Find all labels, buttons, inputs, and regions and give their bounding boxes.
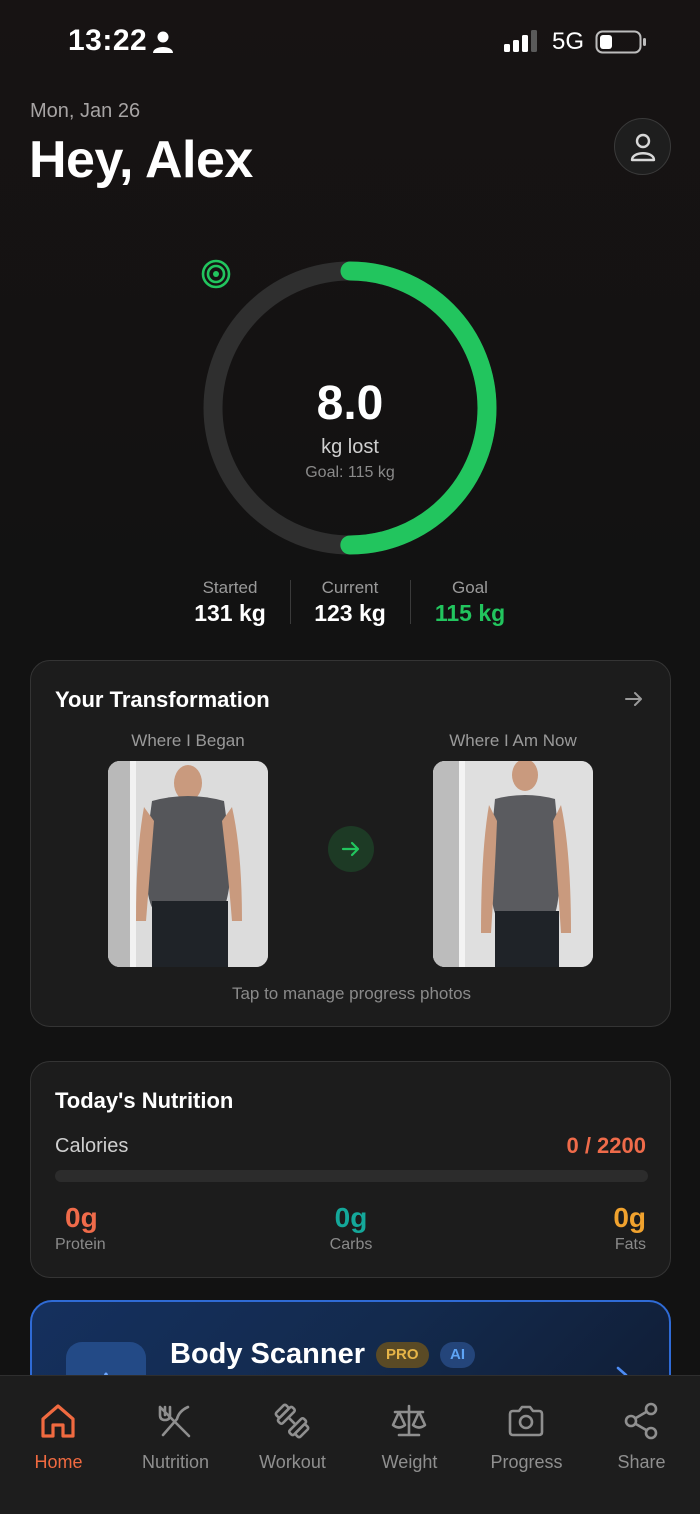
tab-progress[interactable]: Progress xyxy=(468,1376,585,1486)
tab-label: Progress xyxy=(490,1452,563,1472)
dumbbell-icon xyxy=(274,1403,310,1439)
tab-home[interactable]: Home xyxy=(0,1376,117,1486)
before-label: Where I Began xyxy=(131,731,245,750)
macro-label: Fats xyxy=(614,1236,646,1253)
before-photo[interactable] xyxy=(108,761,268,967)
macro-value: 0g xyxy=(613,1202,646,1233)
bottom-tab-bar: Home Nutrition Workout Weight Progress S… xyxy=(0,1375,700,1514)
weight-lost-value: 8.0 xyxy=(316,377,384,430)
transition-arrow xyxy=(328,826,374,872)
person-outline-icon xyxy=(630,133,655,161)
manage-photos-hint[interactable]: Tap to manage progress photos xyxy=(31,984,672,1004)
stat-started: Started 131 kg xyxy=(170,578,290,627)
share-icon xyxy=(624,1402,658,1440)
tab-label: Nutrition xyxy=(141,1452,210,1472)
battery-icon xyxy=(595,30,646,54)
status-bar: 13:22 5G xyxy=(0,0,700,86)
transformation-card[interactable]: Your Transformation Where I Began Where … xyxy=(30,660,671,1027)
macro-value: 0g xyxy=(65,1202,98,1233)
macro-value: 0g xyxy=(334,1202,368,1233)
utensils-icon xyxy=(158,1405,191,1438)
macro-carbs: 0g Carbs xyxy=(301,1202,401,1254)
profile-button[interactable] xyxy=(614,118,671,175)
card-title: Your Transformation xyxy=(55,687,270,712)
after-photo[interactable] xyxy=(433,761,593,967)
macro-protein: 0g Protein xyxy=(55,1202,106,1254)
weight-lost-unit: kg lost xyxy=(321,436,379,458)
stat-current: Current 123 kg xyxy=(290,578,410,627)
stat-value: 115 kg xyxy=(434,600,506,626)
nutrition-card[interactable]: Today's Nutrition Calories 0 / 2200 0g P… xyxy=(30,1061,671,1278)
calories-progress-bar xyxy=(55,1170,648,1182)
tab-label: Share xyxy=(617,1452,666,1472)
tab-weight[interactable]: Weight xyxy=(351,1376,468,1486)
tab-nutrition[interactable]: Nutrition xyxy=(117,1376,234,1486)
calories-label: Calories xyxy=(55,1135,129,1157)
macro-label: Protein xyxy=(55,1236,106,1253)
stat-label: Current xyxy=(321,578,379,597)
stat-value: 131 kg xyxy=(194,600,266,626)
ai-badge: AI xyxy=(440,1342,475,1368)
target-icon xyxy=(201,259,231,289)
pro-badge: PRO xyxy=(376,1342,429,1368)
macro-fats: 0g Fats xyxy=(613,1202,646,1254)
card-title: Today's Nutrition xyxy=(55,1088,234,1113)
arrow-right-icon xyxy=(341,841,360,857)
tab-label: Workout xyxy=(259,1452,326,1472)
calories-value: 0 / 2200 xyxy=(566,1133,646,1158)
arrow-right-icon[interactable] xyxy=(624,689,644,709)
greeting-title: Hey, Alex xyxy=(29,131,253,189)
after-label: Where I Am Now xyxy=(449,731,577,750)
network-label: 5G xyxy=(552,28,585,55)
camera-icon xyxy=(508,1405,544,1437)
scale-icon xyxy=(391,1404,427,1437)
tab-label: Weight xyxy=(381,1452,438,1472)
status-time: 13:22 xyxy=(68,24,148,57)
tab-workout[interactable]: Workout xyxy=(234,1376,351,1486)
person-icon xyxy=(153,31,173,53)
tab-label: Home xyxy=(34,1452,83,1472)
weight-stats: Started 131 kg Current 123 kg Goal 115 k… xyxy=(170,578,530,628)
stat-label: Started xyxy=(202,578,258,597)
goal-text: Goal: 115 kg xyxy=(305,464,395,481)
stat-goal: Goal 115 kg xyxy=(410,578,530,627)
progress-ring: 8.0 kg lost Goal: 115 kg xyxy=(200,258,500,558)
date-label: Mon, Jan 26 xyxy=(30,100,141,122)
scanner-title: Body Scanner xyxy=(170,1338,365,1370)
macro-label: Carbs xyxy=(329,1236,373,1253)
stat-value: 123 kg xyxy=(314,600,386,626)
stat-label: Goal xyxy=(452,578,488,597)
home-icon xyxy=(41,1404,75,1438)
signal-icon xyxy=(504,30,537,52)
tab-share[interactable]: Share xyxy=(583,1376,700,1486)
